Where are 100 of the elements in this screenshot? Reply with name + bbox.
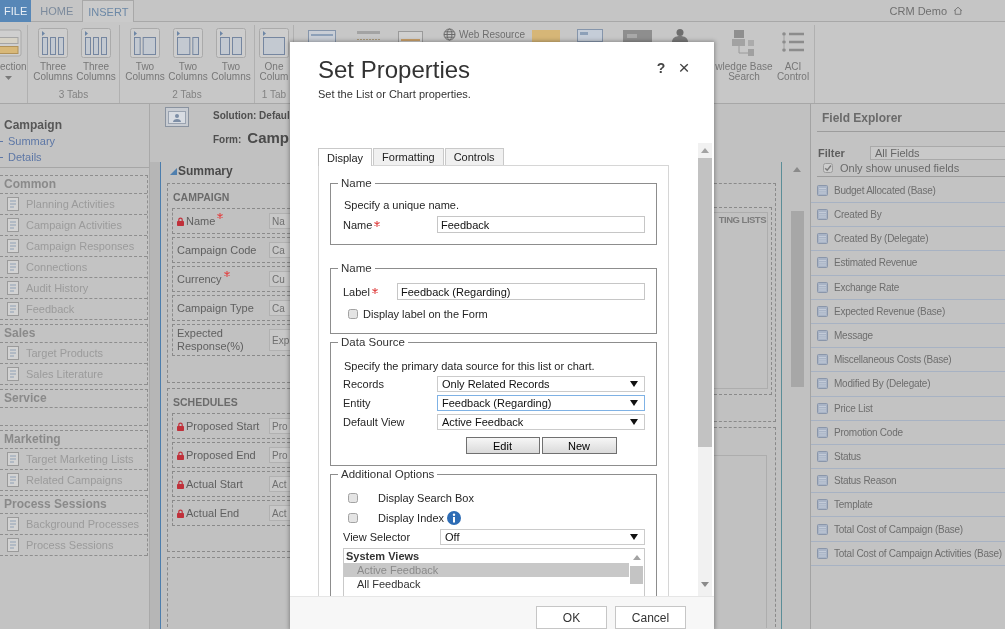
dropdown[interactable]: Only Related Records [437, 376, 645, 392]
document-icon [5, 345, 21, 361]
dropdown[interactable]: Active Feedback [437, 414, 645, 430]
list-item[interactable]: Active Feedback [344, 563, 629, 577]
field-label: Actual End [186, 506, 240, 520]
list-item[interactable]: All Feedback [344, 577, 629, 591]
text-field[interactable]: Act [269, 476, 290, 492]
field-icon [817, 257, 828, 269]
nav-link[interactable]: Summary [0, 133, 56, 149]
group-box-legend: Name [338, 176, 375, 190]
document-icon [5, 301, 21, 317]
field-label: Proposed Start [186, 419, 260, 433]
text-field[interactable]: Exp [269, 329, 290, 351]
field-list-item[interactable]: Created By [811, 203, 1005, 228]
field-list-item[interactable]: Created By (Delegate) [811, 227, 1005, 252]
description-text: Specify the primary data source for this list or chart. [343, 359, 596, 373]
field-label: Campaign Type [177, 301, 254, 315]
field-list-item[interactable]: Modified By (Delegate) [811, 372, 1005, 397]
field-list-item[interactable]: Status [811, 444, 1005, 470]
document-icon [5, 472, 21, 488]
field-icon [817, 185, 828, 196]
field-list-item[interactable]: Exchange Rate [811, 275, 1005, 300]
dropdown[interactable]: Feedback (Regarding) [437, 395, 645, 411]
form-name: Camp [247, 128, 290, 148]
push-button[interactable]: New [541, 437, 617, 454]
field-icon [817, 426, 828, 438]
document-icon [5, 196, 21, 212]
field-list-item[interactable]: Price List [811, 396, 1005, 421]
ribbon-button[interactable]: ACI Control [775, 28, 811, 82]
field-list-item[interactable]: Estimated Revenue [811, 251, 1005, 276]
text-field[interactable]: Feedback [437, 216, 645, 233]
description-text: Specify a unique name. [343, 198, 460, 212]
text-field[interactable]: Cu [269, 271, 290, 287]
field-list-item[interactable]: Status Reason [811, 469, 1005, 494]
field-list-item[interactable]: Template [811, 493, 1005, 518]
panel-title: Field Explorer [822, 111, 903, 125]
scrollbar-thumb[interactable] [630, 566, 643, 584]
tile-icon[interactable] [532, 28, 560, 42]
checkbox[interactable] [348, 309, 358, 319]
nav-group-header: Sales [0, 325, 147, 343]
text-field[interactable]: Pro [269, 418, 290, 434]
text-field[interactable]: Pro [269, 447, 290, 463]
ribbon-button[interactable]: One Colum [258, 28, 290, 82]
form-label: Form: [213, 133, 242, 147]
field-list-item[interactable]: Expected Revenue (Base) [811, 299, 1005, 324]
push-button[interactable]: Edit [465, 437, 540, 454]
text-field[interactable]: Na [269, 213, 290, 229]
field-list-item[interactable]: Total Cost of Campaign (Base) [811, 517, 1005, 542]
ribbon-button[interactable]: Web Resource [443, 28, 528, 41]
dialog-button[interactable]: OK [536, 606, 607, 629]
close-button[interactable]: × [676, 58, 692, 78]
text-field[interactable]: Ca [269, 300, 290, 316]
up-arrow-icon [793, 167, 801, 172]
scrollbar-thumb[interactable] [791, 211, 804, 387]
field-list-item[interactable]: Miscellaneous Costs (Base) [811, 348, 1005, 373]
text-field[interactable]: Ca [269, 242, 290, 258]
nav-link[interactable]: Details [0, 149, 42, 165]
frame-icon[interactable] [398, 28, 423, 42]
ribbon-button[interactable]: Two Columns [211, 28, 251, 82]
window-icon[interactable] [308, 28, 336, 42]
scrollbar-thumb[interactable] [698, 158, 712, 447]
window-icon[interactable] [577, 28, 603, 42]
checkbox[interactable] [823, 163, 833, 173]
field-label: Name [343, 218, 373, 231]
field-list-item[interactable]: Budget Allocated (Base) [811, 177, 1005, 203]
info-icon[interactable] [447, 511, 462, 525]
down-arrow-icon [701, 582, 709, 587]
tile-icon[interactable] [623, 28, 652, 42]
tab[interactable]: Controls [444, 148, 504, 165]
field-list-item[interactable]: Total Cost of Campaign Activities (Base) [811, 541, 1005, 566]
checkbox-label: Display Index [378, 512, 445, 524]
ribbon-button[interactable]: ection [0, 28, 27, 80]
field-list-item[interactable]: Message [811, 323, 1005, 349]
ribbon-tab[interactable]: INSERT [82, 0, 135, 22]
dropdown[interactable]: All Fields [870, 146, 1005, 160]
checkbox[interactable] [348, 513, 358, 523]
triangle-icon[interactable] [170, 167, 177, 175]
document-icon [5, 259, 21, 275]
dropdown[interactable]: Off [440, 529, 645, 545]
ribbon-tab[interactable]: HOME [31, 0, 83, 22]
ribbon-button[interactable]: Three Columns [33, 28, 73, 82]
checkbox[interactable] [348, 493, 358, 503]
tab[interactable]: Display [318, 148, 373, 166]
caret-icon [630, 400, 638, 406]
bar-icon[interactable] [355, 28, 382, 42]
field-list-item[interactable]: Promotion Code [811, 420, 1005, 445]
ribbon-button[interactable]: wledge Base Search [714, 28, 774, 82]
help-button[interactable]: ? [653, 58, 669, 78]
text-field[interactable]: Feedback (Regarding) [397, 283, 645, 300]
field-label: Label [343, 285, 370, 298]
ribbon-tab[interactable]: FILE [0, 0, 32, 22]
ribbon-button[interactable]: Two Columns [125, 28, 165, 82]
tab[interactable]: Formatting [373, 148, 444, 165]
ribbon-button[interactable]: Three Columns [76, 28, 116, 82]
text-field[interactable]: Act [269, 505, 290, 521]
user-name[interactable]: CRM Demo [889, 0, 947, 22]
dialog-button[interactable]: Cancel [615, 606, 686, 629]
caret-icon [630, 419, 638, 425]
ribbon-button[interactable]: Two Columns [168, 28, 208, 82]
solution-name: Solution: Defaul [213, 109, 290, 123]
